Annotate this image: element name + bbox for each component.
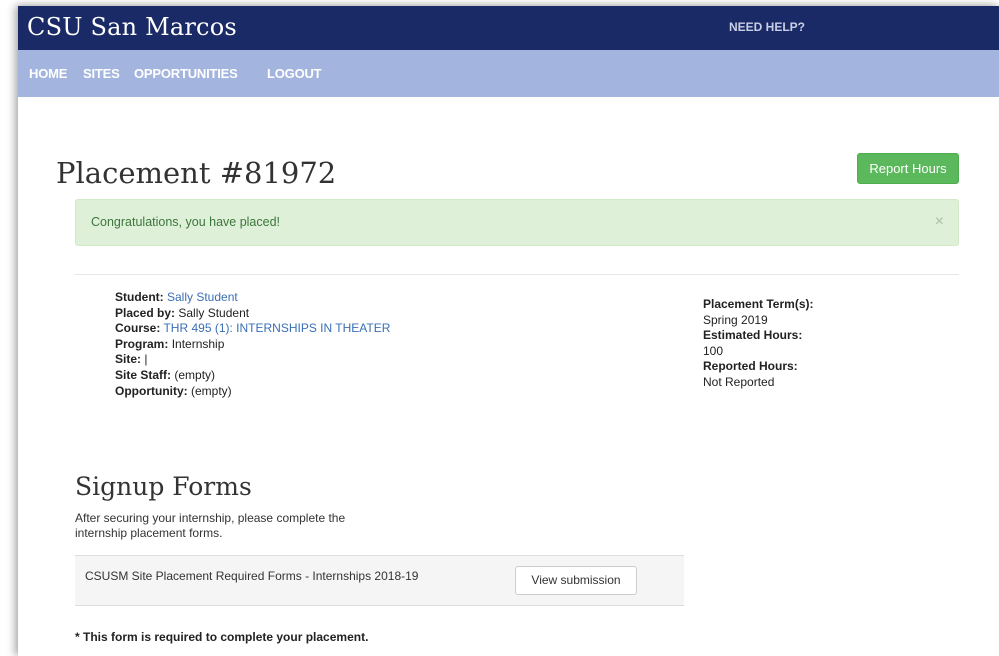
divider [75,274,959,275]
alert-message: Congratulations, you have placed! [91,215,281,229]
placed-by-value: Sally Student [178,305,250,320]
course-link[interactable]: THR 495 (1): INTERNSHIPS IN THEATER [163,321,390,335]
program-value: Internship [171,336,225,351]
site-staff-label: Site Staff: [115,367,172,382]
need-help-link[interactable]: NEED HELP? [729,20,805,34]
main-nav: HOME SITES OPPORTUNITIES LOGOUT [18,50,999,97]
close-icon[interactable]: × [935,213,944,231]
estimated-hours-label: Estimated Hours: [703,328,803,343]
report-hours-button[interactable]: Report Hours [857,153,959,184]
view-submission-button[interactable]: View submission [515,566,637,595]
required-note: * This form is required to complete your… [75,630,369,644]
reported-hours-value: Not Reported [703,374,775,389]
student-label: Student: [115,290,164,304]
opportunity-value: (empty) [191,383,232,398]
signup-description: After securing your internship, please c… [75,511,346,540]
page-title: Placement #81972 [56,156,337,190]
form-row: CSUSM Site Placement Required Forms - In… [75,555,684,606]
form-name: CSUSM Site Placement Required Forms - In… [85,569,419,583]
nav-logout[interactable]: LOGOUT [267,66,322,81]
site-label: Site: [115,352,142,367]
placement-summary: Placement Term(s): Spring 2019 Estimated… [703,297,813,391]
placement-details: Student: Sally Student Placed by: Sally … [115,290,390,399]
nav-opportunities[interactable]: OPPORTUNITIES [134,66,238,81]
top-bar: CSU San Marcos NEED HELP? [18,6,999,50]
nav-sites[interactable]: SITES [83,66,120,81]
course-label: Course: [115,321,161,336]
estimated-hours-value: 100 [703,343,724,358]
signup-forms-heading: Signup Forms [75,472,252,501]
program-label: Program: [115,336,169,351]
term-label: Placement Term(s): [703,297,814,311]
term-value: Spring 2019 [703,312,768,327]
placed-by-label: Placed by: [115,305,176,320]
site-value: | [144,352,148,367]
brand-logo-text[interactable]: CSU San Marcos [27,13,237,41]
nav-home[interactable]: HOME [29,66,67,81]
reported-hours-label: Reported Hours: [703,359,798,374]
opportunity-label: Opportunity: [115,383,188,398]
site-staff-value: (empty) [174,367,216,382]
student-link[interactable]: Sally Student [167,290,238,304]
success-alert: Congratulations, you have placed! × [75,199,959,246]
